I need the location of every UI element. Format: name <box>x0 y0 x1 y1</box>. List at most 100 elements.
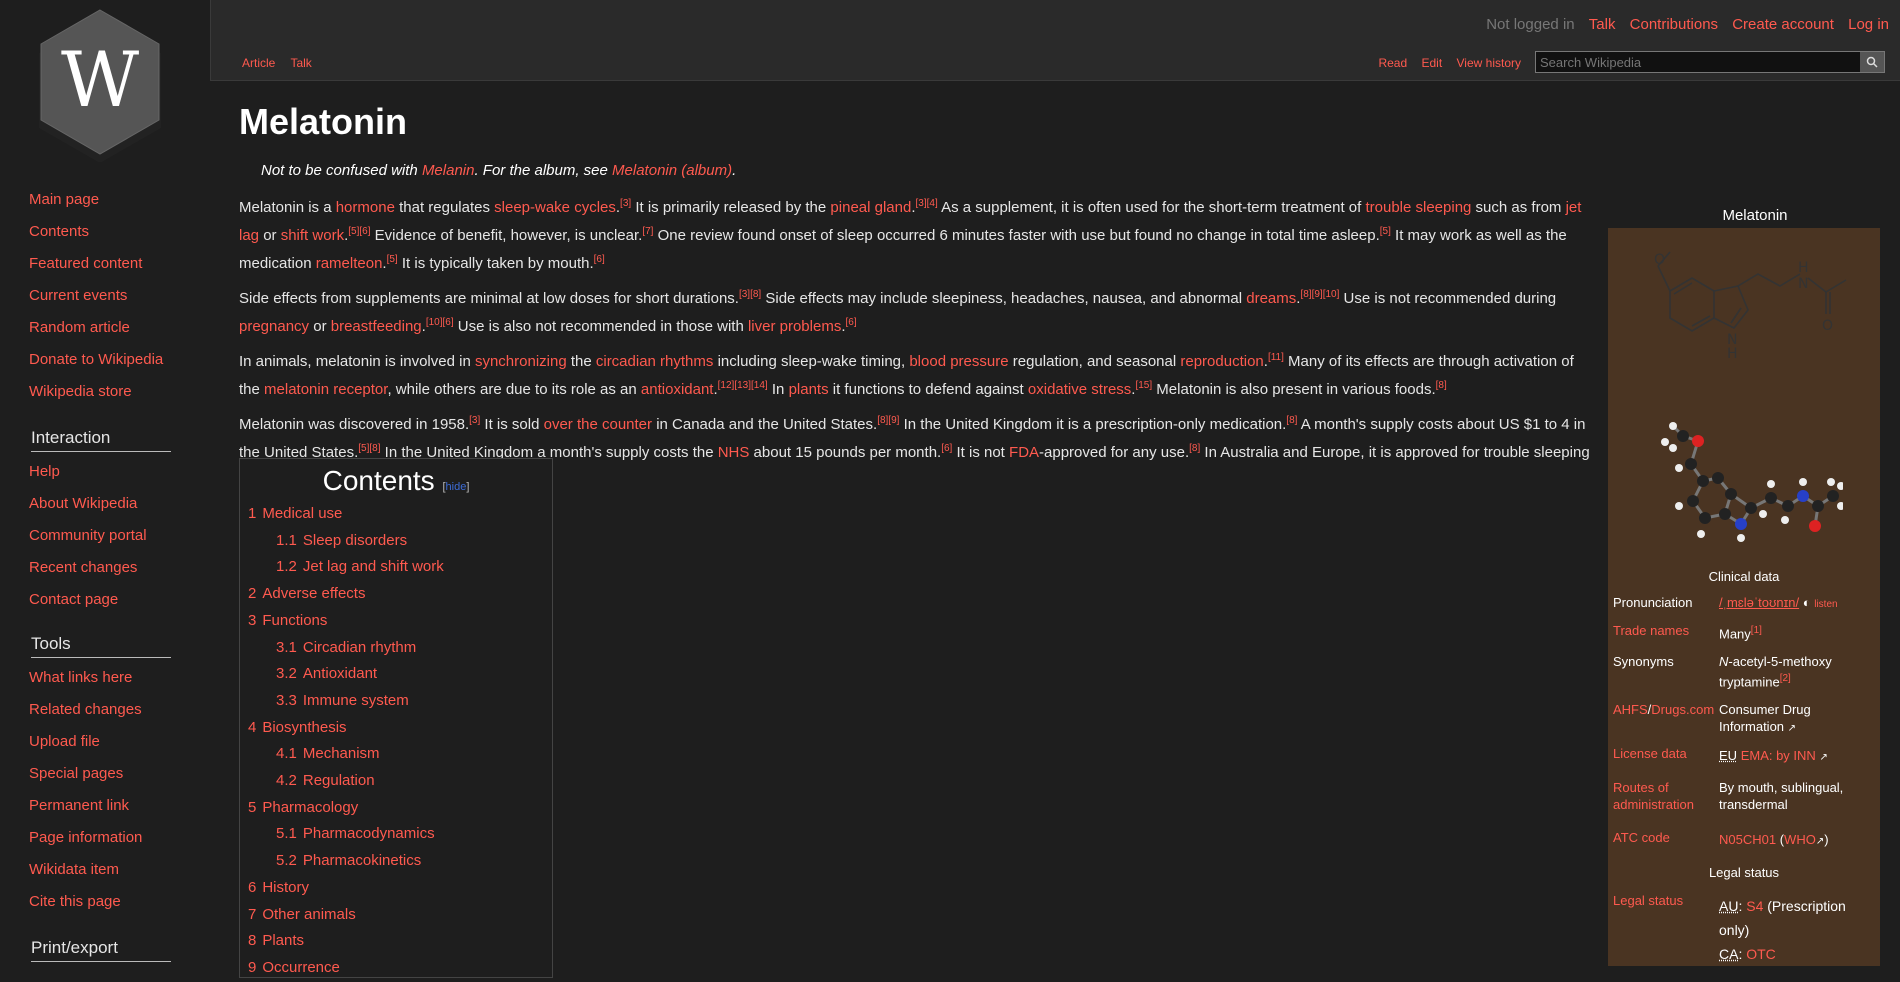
toc-item[interactable]: 5.1 Pharmacodynamics <box>240 821 552 848</box>
create-account-link[interactable]: Create account <box>1732 16 1834 33</box>
sidebar-item-recent-changes[interactable]: Recent changes <box>29 552 209 584</box>
tab-view-history[interactable]: View history <box>1457 56 1521 70</box>
toc-item[interactable]: 1.2 Jet lag and shift work <box>240 554 552 581</box>
article-link[interactable]: blood pressure <box>909 353 1008 370</box>
citation-ref[interactable]: [5] <box>387 254 398 265</box>
tab-article[interactable]: Article <box>242 56 275 70</box>
article-link[interactable]: liver problems <box>748 318 841 335</box>
sidebar-item-permanent-link[interactable]: Permanent link <box>29 790 209 822</box>
synonyms-ref[interactable]: [2] <box>1780 673 1791 684</box>
infobox-label-legal-status[interactable]: Legal status <box>1613 892 1683 909</box>
log-in-link[interactable]: Log in <box>1848 16 1889 33</box>
legal-ca-link[interactable]: OTC <box>1746 946 1776 962</box>
sidebar-item-special-pages[interactable]: Special pages <box>29 758 209 790</box>
sidebar-item-featured-content[interactable]: Featured content <box>29 248 209 280</box>
sidebar-item-what-links-here[interactable]: What links here <box>29 662 209 694</box>
wikipedia-logo-icon[interactable]: W <box>33 8 167 162</box>
sidebar-item-main-page[interactable]: Main page <box>29 184 209 216</box>
toc-item[interactable]: 3.1 Circadian rhythm <box>240 635 552 662</box>
ball-and-stick-model-image[interactable] <box>1643 406 1843 556</box>
sidebar-item-current-events[interactable]: Current events <box>29 280 209 312</box>
sidebar-item-upload-file[interactable]: Upload file <box>29 726 209 758</box>
toc-item[interactable]: 1.1 Sleep disorders <box>240 528 552 555</box>
hatnote-link-album[interactable]: Melatonin (album) <box>612 162 732 179</box>
tab-read[interactable]: Read <box>1378 56 1407 70</box>
article-link[interactable]: antioxidant <box>641 381 714 398</box>
article-link[interactable]: circadian rhythms <box>596 353 714 370</box>
article-link[interactable]: reproduction <box>1180 353 1263 370</box>
article-link[interactable]: melatonin receptor <box>264 381 387 398</box>
sidebar-item-contents[interactable]: Contents <box>29 216 209 248</box>
article-link[interactable]: trouble sleeping <box>1365 199 1471 216</box>
infobox-label-atc-code[interactable]: ATC code <box>1613 829 1670 846</box>
citation-ref[interactable]: [8] <box>1436 380 1447 391</box>
article-link[interactable]: hormone <box>336 199 395 216</box>
search-button[interactable] <box>1860 52 1884 72</box>
sidebar-item-cite-this-page[interactable]: Cite this page <box>29 886 209 918</box>
toc-item[interactable]: 3.3 Immune system <box>240 688 552 715</box>
toc-item[interactable]: 2 Adverse effects <box>240 581 552 608</box>
toc-item[interactable]: 7 Other animals <box>240 902 552 929</box>
article-link[interactable]: pregnancy <box>239 318 309 335</box>
sidebar-item-community-portal[interactable]: Community portal <box>29 520 209 552</box>
toc-item[interactable]: 3.2 Antioxidant <box>240 661 552 688</box>
contributions-link[interactable]: Contributions <box>1630 16 1718 33</box>
sidebar-item-related-changes[interactable]: Related changes <box>29 694 209 726</box>
citation-ref[interactable]: [5][8] <box>358 443 380 454</box>
sidebar-item-random-article[interactable]: Random article <box>29 312 209 344</box>
sidebar-item-wikidata-item[interactable]: Wikidata item <box>29 854 209 886</box>
tab-talk[interactable]: Talk <box>290 56 311 70</box>
sidebar-item-about[interactable]: About Wikipedia <box>29 488 209 520</box>
tab-edit[interactable]: Edit <box>1421 56 1442 70</box>
citation-ref[interactable]: [3][8] <box>739 289 761 300</box>
listen-link[interactable]: listen <box>1814 599 1837 610</box>
structure-formula-image[interactable]: O H N O N H <box>1630 236 1850 396</box>
drugs-com-link[interactable]: Drugs.com <box>1651 702 1714 717</box>
citation-ref[interactable]: [6] <box>941 443 952 454</box>
article-link[interactable]: pineal gland <box>830 199 911 216</box>
hatnote-link-melanin[interactable]: Melanin <box>422 162 475 179</box>
toc-item[interactable]: 5.2 Pharmacokinetics <box>240 848 552 875</box>
toc-item[interactable]: 9 Occurrence <box>240 955 552 982</box>
citation-ref[interactable]: [3] <box>620 198 631 209</box>
article-link[interactable]: ramelteon <box>316 255 383 272</box>
infobox-label-trade-names[interactable]: Trade names <box>1613 622 1689 639</box>
citation-ref[interactable]: [8][9][10] <box>1300 289 1339 300</box>
infobox-label-license-data[interactable]: License data <box>1613 745 1687 762</box>
citation-ref[interactable]: [3] <box>469 415 480 426</box>
article-link[interactable]: NHS <box>718 444 750 461</box>
citation-ref[interactable]: [6] <box>594 254 605 265</box>
citation-ref[interactable]: [12][13][14] <box>718 380 768 391</box>
citation-ref[interactable]: [7] <box>642 226 653 237</box>
trade-names-ref[interactable]: [1] <box>1751 625 1762 636</box>
article-link[interactable]: sleep-wake cycles <box>494 199 616 216</box>
toc-item[interactable]: 4 Biosynthesis <box>240 715 552 742</box>
toc-item[interactable]: 6 History <box>240 875 552 902</box>
toc-item[interactable]: 8 Plants <box>240 928 552 955</box>
sidebar-heading-print-export[interactable]: Print/export <box>31 938 171 962</box>
atc-who-link[interactable]: WHO <box>1784 832 1816 847</box>
sidebar-item-page-information[interactable]: Page information <box>29 822 209 854</box>
citation-ref[interactable]: [8] <box>1189 443 1200 454</box>
article-link[interactable]: shift work <box>281 227 344 244</box>
atc-code-link[interactable]: N05CH01 <box>1719 832 1776 847</box>
infobox-value-consumer-drug-info[interactable]: Consumer Drug Information ↗ <box>1719 701 1869 737</box>
toc-hide-toggle[interactable]: hide <box>446 481 467 493</box>
toc-item[interactable]: 4.2 Regulation <box>240 768 552 795</box>
citation-ref[interactable]: [8] <box>1286 415 1297 426</box>
infobox-label-routes[interactable]: Routes of administration <box>1613 779 1713 813</box>
article-link[interactable]: breastfeeding <box>331 318 422 335</box>
citation-ref[interactable]: [11] <box>1268 352 1284 363</box>
toc-item[interactable]: 1 Medical use <box>240 501 552 528</box>
sidebar-item-store[interactable]: Wikipedia store <box>29 376 209 408</box>
article-link[interactable]: dreams <box>1246 290 1296 307</box>
talk-link[interactable]: Talk <box>1589 16 1616 33</box>
article-link[interactable]: over the counter <box>544 416 652 433</box>
article-link[interactable]: FDA <box>1009 444 1039 461</box>
search-input[interactable] <box>1536 52 1862 72</box>
sidebar-item-contact-page[interactable]: Contact page <box>29 584 209 616</box>
legal-au-link[interactable]: S4 <box>1746 898 1763 914</box>
sidebar-item-donate[interactable]: Donate to Wikipedia <box>29 344 209 376</box>
license-ema-link[interactable]: EMA: by INN <box>1741 748 1816 763</box>
article-link[interactable]: synchronizing <box>475 353 567 370</box>
